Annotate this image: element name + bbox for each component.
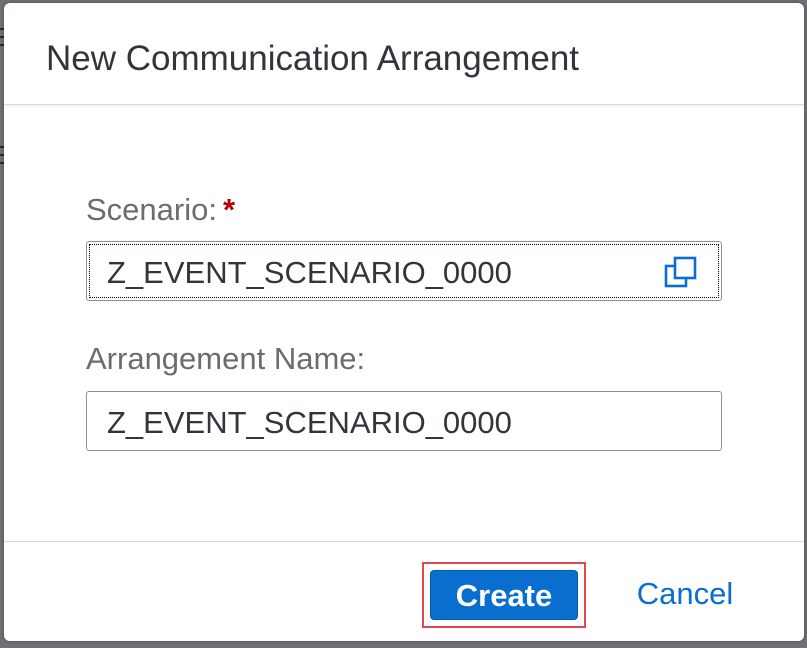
- scenario-label-text: Scenario:: [86, 192, 217, 227]
- create-button[interactable]: Create: [430, 570, 578, 620]
- scenario-label: Scenario: *: [86, 192, 235, 228]
- dialog-header: New Communication Arrangement: [4, 3, 804, 105]
- value-help-icon[interactable]: [663, 255, 699, 291]
- arrangement-name-input[interactable]: Z_EVENT_SCENARIO_0000: [86, 391, 722, 451]
- scenario-input[interactable]: Z_EVENT_SCENARIO_0000: [86, 241, 722, 301]
- arrangement-name-label: Arrangement Name:: [86, 341, 366, 376]
- create-button-highlight: Create: [422, 562, 586, 628]
- new-communication-arrangement-dialog: New Communication Arrangement Scenario: *…: [4, 3, 804, 641]
- required-marker: *: [222, 192, 236, 227]
- cancel-button[interactable]: Cancel: [616, 568, 754, 620]
- arrangement-name-input-value: Z_EVENT_SCENARIO_0000: [107, 405, 512, 440]
- dialog-footer: Create Cancel: [4, 541, 804, 641]
- dialog-title: New Communication Arrangement: [46, 39, 580, 78]
- scenario-input-value: Z_EVENT_SCENARIO_0000: [107, 255, 512, 290]
